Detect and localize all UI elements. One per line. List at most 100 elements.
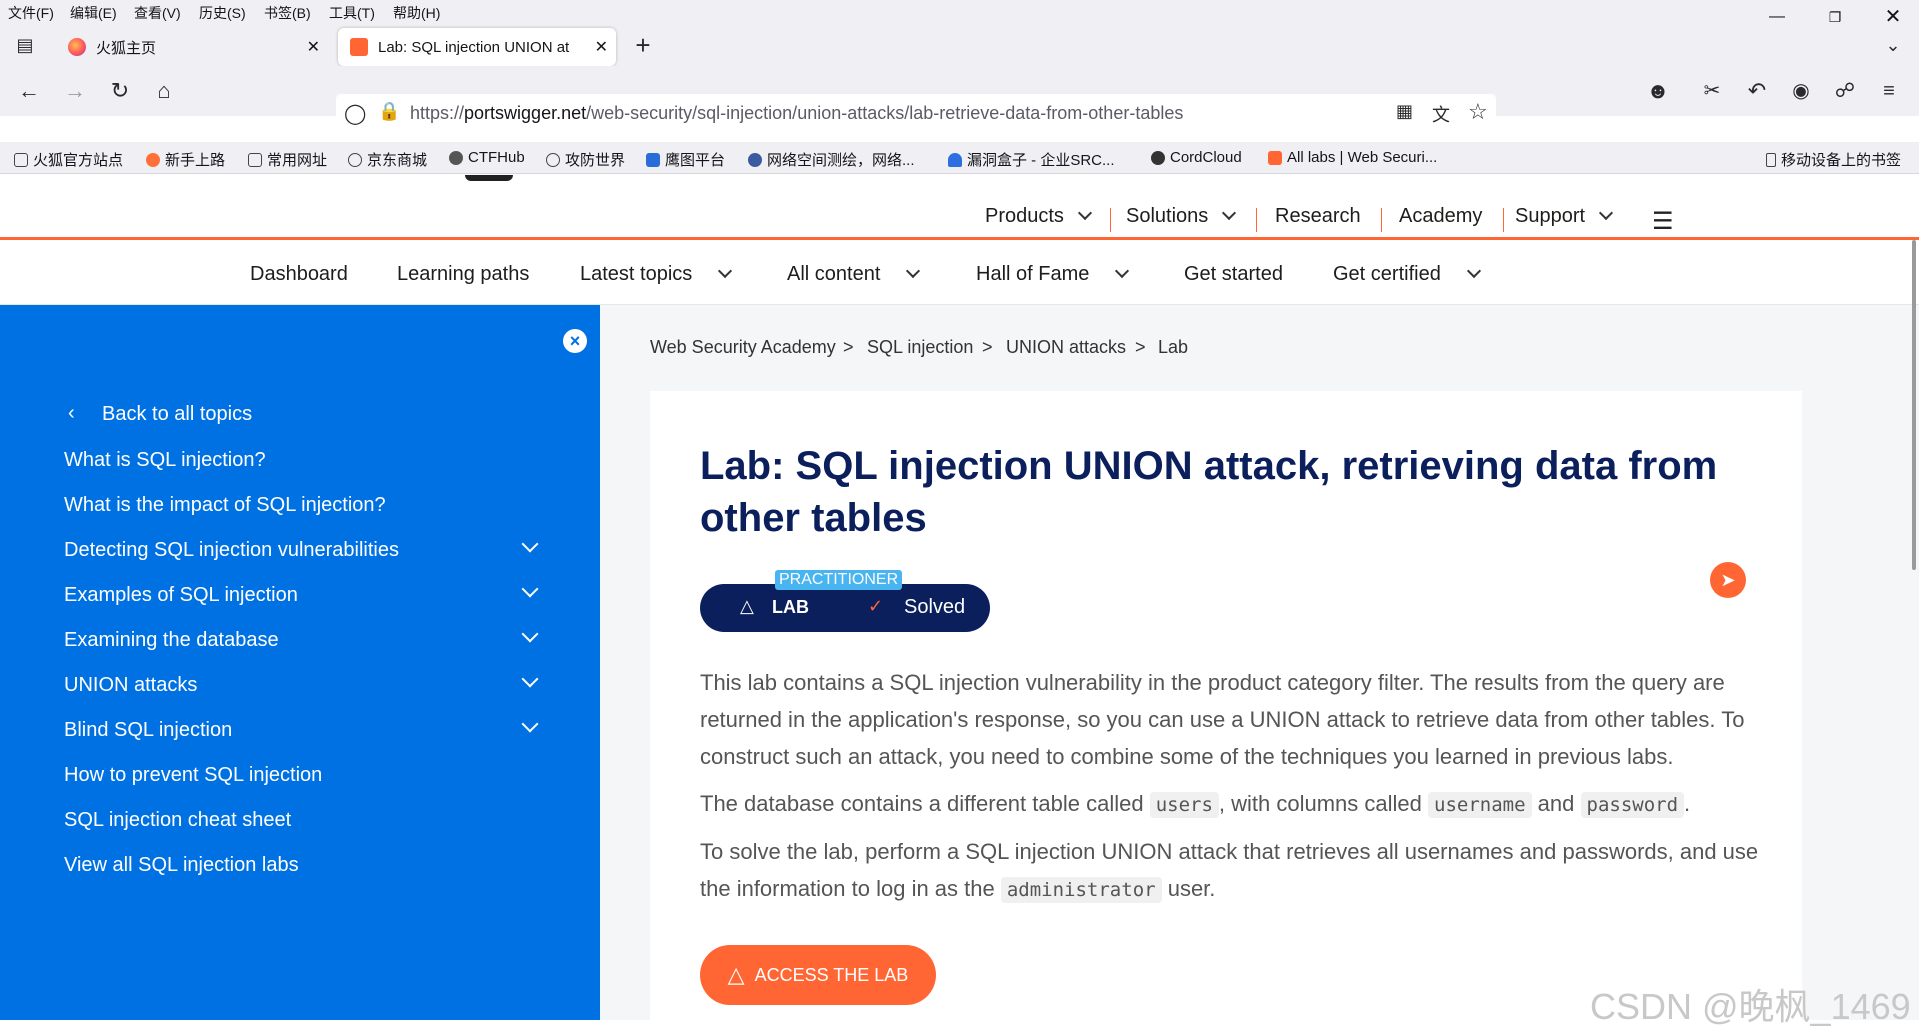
portswigger-icon (1268, 150, 1282, 165)
tab-overview-icon[interactable]: ▤ (12, 32, 38, 58)
tab-lab[interactable]: Lab: SQL injection UNION at ✕ (338, 28, 616, 66)
breadcrumb-academy[interactable]: Web Security Academy (650, 337, 836, 358)
tab-label: 火狐主页 (96, 39, 157, 57)
menu-edit[interactable]: 编辑(E) (70, 3, 117, 23)
lab-description: This lab contains a SQL injection vulner… (700, 670, 1745, 769)
menu-bookmarks[interactable]: 书签(B) (264, 3, 311, 23)
chevron-left-icon[interactable]: ‹ (68, 402, 75, 425)
menu-history[interactable]: 历史(S) (199, 3, 246, 23)
access-lab-button[interactable]: △ ACCESS THE LAB (700, 945, 936, 1005)
extensions-icon[interactable]: ☍ (1832, 78, 1858, 104)
bookmark-item[interactable]: 攻防世界 (546, 149, 625, 170)
bookmark-item[interactable]: 漏洞盒子 - 企业SRC... (948, 149, 1115, 170)
tab-bar: ▤ 火狐主页 ✕ Lab: SQL injection UNION at ✕ +… (0, 22, 1919, 66)
subnav-dashboard[interactable]: Dashboard (250, 263, 348, 286)
hamburger-menu-icon[interactable]: ☰ (1652, 207, 1674, 236)
solved-status: Solved (904, 596, 966, 618)
folder-icon (14, 152, 28, 167)
menu-help[interactable]: 帮助(H) (393, 3, 440, 23)
menu-bar: 文件(F) 编辑(E) 查看(V) 历史(S) 书签(B) 工具(T) 帮助(H… (0, 0, 1919, 22)
subnav-hall-of-fame[interactable]: Hall of Fame (976, 263, 1130, 286)
chevron-down-icon (1466, 263, 1481, 279)
forward-icon[interactable]: → (62, 78, 88, 104)
account-icon[interactable]: ☻ (1645, 78, 1671, 104)
lab-description-tables: The database contains a different table … (700, 791, 1691, 818)
sidebar-item-blind-sqli[interactable]: Blind SQL injection (64, 719, 232, 742)
back-to-all-topics-link[interactable]: Back to all topics (102, 403, 252, 426)
breadcrumb-sqli[interactable]: SQL injection (867, 337, 973, 358)
tab-firefox-home[interactable]: 火狐主页 ✕ (56, 28, 328, 66)
page-scrollbar[interactable] (1912, 240, 1916, 570)
bookmark-item[interactable]: 京东商城 (348, 149, 427, 170)
nav-solutions[interactable]: Solutions (1126, 205, 1237, 228)
sidebar-item-detecting[interactable]: Detecting SQL injection vulnerabilities (64, 539, 399, 562)
menu-file[interactable]: 文件(F) (8, 3, 54, 23)
hunter-icon (646, 152, 660, 167)
back-icon[interactable]: ← (16, 78, 42, 104)
sidebar-item-cheat-sheet[interactable]: SQL injection cheat sheet (64, 809, 291, 832)
breadcrumb-separator: > (843, 337, 854, 357)
code-users: users (1149, 792, 1219, 818)
new-tab-icon[interactable]: + (630, 32, 656, 58)
nav-academy[interactable]: Academy (1399, 205, 1482, 228)
bookmark-item[interactable]: All labs | Web Securi... (1268, 149, 1437, 166)
close-tab-icon[interactable]: ✕ (307, 37, 320, 57)
tracking-shield-icon[interactable]: ◯ (344, 101, 366, 126)
list-tabs-icon[interactable]: ⌄ (1880, 32, 1906, 58)
subnav-get-certified[interactable]: Get certified (1333, 263, 1481, 286)
portswigger-logo[interactable] (465, 175, 513, 181)
code-administrator: administrator (1000, 877, 1162, 903)
menu-icon[interactable]: ≡ (1876, 78, 1902, 104)
subnav-latest-topics[interactable]: Latest topics (580, 263, 733, 286)
reload-icon[interactable]: ↻ (107, 78, 133, 104)
folder-icon (248, 152, 262, 167)
bookmark-item[interactable]: 移动设备上的书签 (1766, 149, 1901, 170)
bookmark-item[interactable]: 新手上路 (146, 149, 225, 170)
check-icon: ✓ (868, 596, 884, 616)
menu-tools[interactable]: 工具(T) (329, 3, 375, 23)
bookmark-star-icon[interactable]: ☆ (1468, 99, 1488, 125)
nav-research[interactable]: Research (1275, 205, 1361, 228)
extension-fox-icon[interactable]: ◉ (1788, 78, 1814, 104)
breadcrumb-lab: Lab (1158, 337, 1189, 357)
bookmark-item[interactable]: CTFHub (449, 149, 525, 166)
url-text[interactable]: https://portswigger.net/web-security/sql… (410, 103, 1183, 124)
watermark: CSDN @晚枫_1469 (1590, 986, 1911, 1027)
bookmark-item[interactable]: 火狐官方站点 (14, 149, 123, 170)
bookmark-item[interactable]: 网络空间测绘，网络... (748, 149, 915, 170)
breadcrumb-separator: > (982, 337, 993, 357)
sidebar-item-impact[interactable]: What is the impact of SQL injection? (64, 494, 386, 517)
nav-products[interactable]: Products (985, 205, 1093, 228)
subnav-learning-paths[interactable]: Learning paths (397, 263, 529, 286)
divider (1110, 208, 1111, 232)
qr-code-icon[interactable]: ▦ (1396, 101, 1413, 122)
academy-subnav: Dashboard Learning paths Latest topics A… (0, 243, 1919, 305)
level-badge: PRACTITIONER (775, 570, 903, 590)
sidebar-item-union-attacks[interactable]: UNION attacks (64, 674, 197, 697)
menu-view[interactable]: 查看(V) (134, 3, 181, 23)
subnav-get-started[interactable]: Get started (1184, 263, 1283, 286)
sidebar-item-prevent[interactable]: How to prevent SQL injection (64, 764, 322, 787)
bookmark-item[interactable]: CordCloud (1151, 149, 1242, 166)
flask-icon: △ (727, 962, 745, 987)
lab-status-badge: △ LAB ✓ Solved (700, 584, 990, 632)
translate-icon[interactable]: 文 (1432, 101, 1450, 127)
sidebar-item-all-labs[interactable]: View all SQL injection labs (64, 854, 299, 877)
sidebar-item-examples[interactable]: Examples of SQL injection (64, 584, 298, 607)
breadcrumb-union[interactable]: UNION attacks (1006, 337, 1126, 358)
lock-icon[interactable]: 🔒 (378, 101, 400, 122)
sidebar-item-what-is-sqli[interactable]: What is SQL injection? (64, 449, 266, 472)
home-icon[interactable]: ⌂ (151, 78, 177, 104)
nav-support[interactable]: Support (1515, 205, 1614, 228)
close-sidebar-icon[interactable]: × (563, 329, 587, 353)
close-tab-icon[interactable]: ✕ (595, 37, 608, 57)
undo-icon[interactable]: ↶ (1744, 78, 1770, 104)
share-icon[interactable]: ➤ (1710, 562, 1746, 598)
bookmark-item[interactable]: 常用网址 (248, 149, 327, 170)
bookmark-item[interactable]: 鹰图平台 (646, 149, 725, 170)
subnav-all-content[interactable]: All content (787, 263, 921, 286)
divider (1256, 208, 1257, 232)
sidebar-item-examining-db[interactable]: Examining the database (64, 629, 279, 652)
site-header: Products Solutions Research Academy Supp… (0, 175, 1919, 240)
screenshot-icon[interactable]: ✂ (1699, 78, 1725, 104)
